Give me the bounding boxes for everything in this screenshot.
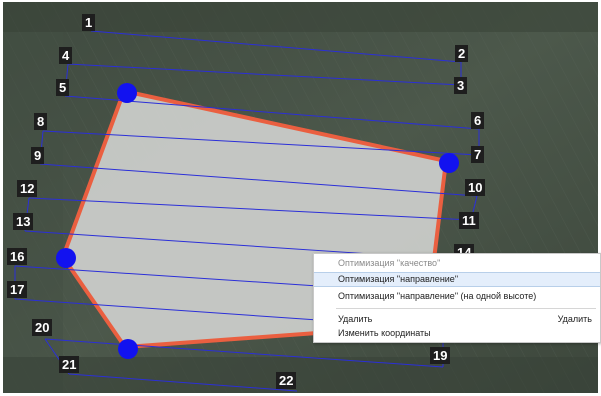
menu-item-label: Оптимизация "направление" (на одной высо… xyxy=(338,291,537,301)
menu-item-optimize-direction[interactable]: Оптимизация "направление" xyxy=(314,272,600,287)
waypoint-label[interactable]: 13 xyxy=(13,213,34,230)
menu-item-delete[interactable]: Удалить Удалить xyxy=(314,312,600,327)
waypoint-label[interactable]: 10 xyxy=(465,179,486,196)
waypoint-label[interactable]: 1 xyxy=(82,14,96,31)
waypoint-label[interactable]: 2 xyxy=(455,45,469,62)
menu-separator xyxy=(336,308,596,309)
waypoint-label[interactable]: 21 xyxy=(59,356,80,373)
waypoint-label[interactable]: 11 xyxy=(459,212,479,229)
polygon-vertex-handle[interactable] xyxy=(118,339,138,359)
waypoint-label[interactable]: 19 xyxy=(430,347,451,364)
menu-item-edit-coordinates[interactable]: Изменить координаты xyxy=(314,326,600,341)
polygon-vertex-handle[interactable] xyxy=(117,83,137,103)
waypoint-label[interactable]: 9 xyxy=(31,147,45,164)
waypoint-label[interactable]: 20 xyxy=(32,319,53,336)
menu-item-label: Удалить xyxy=(338,314,373,324)
menu-item-label: Оптимизация "направление" xyxy=(338,274,459,284)
waypoint-label[interactable]: 17 xyxy=(7,281,28,298)
waypoint-label[interactable]: 22 xyxy=(276,372,297,389)
waypoint-label[interactable]: 12 xyxy=(17,180,38,197)
waypoint-label[interactable]: 4 xyxy=(59,47,73,64)
waypoint-label[interactable]: 6 xyxy=(471,112,485,129)
waypoint-label[interactable]: 7 xyxy=(471,146,485,163)
context-menu[interactable]: Оптимизация "качество" Оптимизация "напр… xyxy=(313,253,601,343)
menu-item-shortcut: Удалить xyxy=(557,314,592,324)
polygon-vertex-handle[interactable] xyxy=(56,248,76,268)
menu-item-optimize-quality: Оптимизация "качество" xyxy=(314,256,600,271)
menu-item-label: Изменить координаты xyxy=(338,328,431,338)
waypoint-label[interactable]: 8 xyxy=(34,113,48,130)
menu-item-label: Оптимизация "качество" xyxy=(338,258,441,268)
waypoint-label[interactable]: 3 xyxy=(454,77,468,94)
polygon-vertex-handle[interactable] xyxy=(439,153,459,173)
menu-item-optimize-direction-same-altitude[interactable]: Оптимизация "направление" (на одной высо… xyxy=(314,289,600,304)
field-patch-bottom xyxy=(3,357,598,393)
waypoint-label[interactable]: 5 xyxy=(56,79,70,96)
waypoint-label[interactable]: 16 xyxy=(7,248,28,265)
